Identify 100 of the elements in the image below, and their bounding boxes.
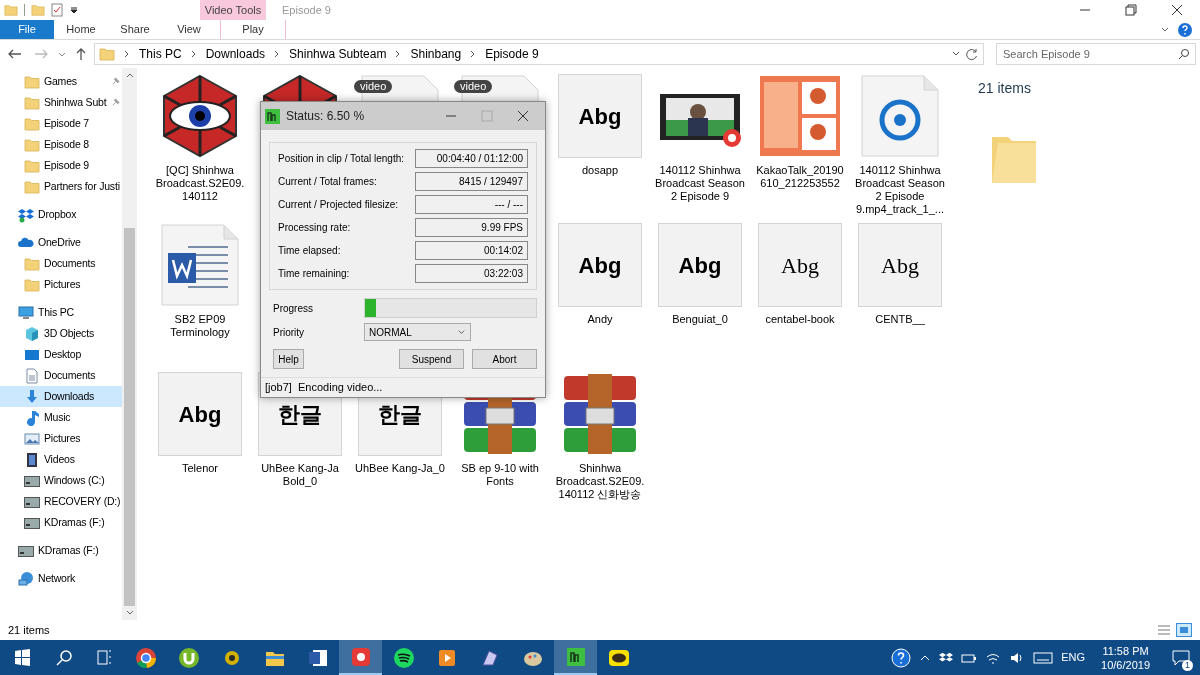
file-name[interactable]: Benguiat_0 [654,313,746,326]
audio-file-icon [858,74,942,158]
word-document-icon [158,223,242,307]
progress-label: Progress [272,301,314,316]
breadcrumb-item[interactable]: This PC [139,45,182,63]
field-value: --- / --- [415,195,528,214]
font-file-icon: Abg [158,372,242,456]
font-file-icon: Abg [558,74,642,158]
breadcrumb-item[interactable]: Episode 9 [485,45,539,63]
folder-icon [24,276,40,293]
search-field[interactable]: Search Episode 9 [996,43,1196,65]
cube-icon [24,325,40,342]
breadcrumb-item[interactable]: Shinbang [410,45,462,63]
file-name[interactable]: UhBee Kang-Ja Bold_0 [254,462,346,488]
ribbon-tab[interactable]: File [0,20,54,39]
keyboard-icon[interactable] [1033,650,1054,665]
sidebar-item[interactable]: This PC [0,302,122,323]
window-title: Episode 9 [282,2,331,18]
taskbar-app[interactable] [554,640,597,675]
file-name[interactable]: centabel-book [754,313,846,326]
sidebar-item[interactable]: Music [0,407,122,428]
file-name[interactable]: [QC] Shinhwa Broadcast.S2E09. 140112 [154,164,246,203]
ribbon-tab[interactable]: View [162,20,216,39]
sidebar-item[interactable]: OneDrive [0,232,122,253]
sidebar-item[interactable]: 3D Objects [0,323,122,344]
file-name[interactable]: dosapp [554,164,646,177]
file-type-badge: video [354,80,393,93]
sidebar-item[interactable]: Documents [0,365,122,386]
dialog-button[interactable]: Help [273,349,304,369]
sidebar-item[interactable]: Games [0,71,122,92]
file-name[interactable]: KakaoTalk_20190610_212253552 [754,164,846,190]
large-icons-view-icon[interactable] [1176,623,1192,637]
properties-icon[interactable] [51,3,64,17]
notification-icon[interactable] [1172,649,1190,666]
taskbar-app[interactable] [339,640,382,675]
scroll-down-icon[interactable] [125,610,134,616]
sidebar-item[interactable]: Dropbox [0,204,122,225]
file-name[interactable]: SB ep 9-10 with Fonts [454,462,546,488]
folder-icon [24,94,40,111]
file-name[interactable]: Andy [554,313,646,326]
folder-icon [24,136,40,153]
sidebar-item[interactable]: Episode 8 [0,134,122,155]
priority-dropdown[interactable]: NORMAL [364,323,471,341]
sidebar-item[interactable]: KDramas (F:) [0,512,122,533]
file-name[interactable]: SB2 EP09 Terminology [154,313,246,339]
scroll-up-icon[interactable] [125,72,134,78]
address-bar[interactable]: This PC Downloads Shinhwa Subteam Shinbang Episode 9 [94,43,984,65]
ribbon-tab[interactable]: Play [220,20,286,39]
network-icon [18,570,34,587]
font-file-icon: Abg [858,223,942,307]
file-type-badge: video [454,80,493,93]
file-name[interactable]: 140112 Shinhwa Broadcast Season 2 Episode 9 [654,164,746,203]
ribbon-tab[interactable]: Home [54,20,108,39]
file-name[interactable]: CENTB__ [854,313,946,326]
sidebar-item[interactable]: Windows (C:) [0,470,122,491]
browser-icon [134,646,157,669]
field-label: Time elapsed: [278,244,342,258]
sidebar-item[interactable]: Downloads [0,386,122,407]
sidebar-item[interactable]: Pictures [0,428,122,449]
dialog-button[interactable]: Abort [472,349,537,369]
folder-icon [24,255,40,272]
sidebar-item[interactable]: Desktop [0,344,122,365]
refresh-icon[interactable] [965,47,979,61]
dialog-button[interactable]: Suspend [399,349,464,369]
help-icon[interactable] [1178,22,1192,37]
sidebar-item[interactable]: Partners for Justi [0,176,122,197]
file-name[interactable]: Telenor [154,462,246,475]
music-note-icon [24,409,40,426]
ribbon-tab[interactable]: Share [108,20,162,39]
download-icon [24,388,40,405]
sidebar-item[interactable]: RECOVERY (D:) [0,491,122,512]
sidebar-item[interactable]: Shinhwa Subt [0,92,122,113]
scrollbar[interactable] [122,68,137,620]
sidebar-item[interactable]: Pictures [0,274,122,295]
clock[interactable]: 11:58 PM 10/6/2019 [1093,643,1158,672]
pin-icon [111,98,120,107]
folder-icon [99,46,115,62]
field-label: Current / Total frames: [278,175,378,189]
sidebar-item[interactable]: KDramas (F:) [0,540,122,561]
file-name[interactable]: Shinhwa Broadcast.S2E09. 140112 신화방송 [554,462,646,501]
sidebar-item[interactable]: Documents [0,253,122,274]
field-label: Position in clip / Total length: [278,152,405,166]
chevron-right-icon [189,50,198,58]
context-tab-group-header: Video Tools [200,0,266,20]
breadcrumb-item[interactable]: Downloads [205,45,266,63]
sidebar-item[interactable]: Episode 7 [0,113,122,134]
file-name[interactable]: UhBee Kang-Ja_0 [354,462,446,475]
file-name[interactable]: 140112 Shinhwa Broadcast Season 2 Episode 9.mp4_track_1_... [854,164,946,216]
sidebar-item[interactable]: Videos [0,449,122,470]
sidebar-item[interactable]: Network [0,568,122,589]
help-icon[interactable] [891,647,912,668]
breadcrumb-item[interactable]: Shinhwa Subteam [289,45,387,63]
computer-icon [18,304,34,321]
chevron-right-icon [123,50,131,58]
sidebar-item[interactable]: Episode 9 [0,155,122,176]
language-indicator[interactable]: ENG [1061,649,1086,666]
dropdown-caret-icon[interactable] [70,6,78,14]
app-icon [265,108,280,124]
folder-icon [24,73,40,90]
record-icon [349,645,372,668]
